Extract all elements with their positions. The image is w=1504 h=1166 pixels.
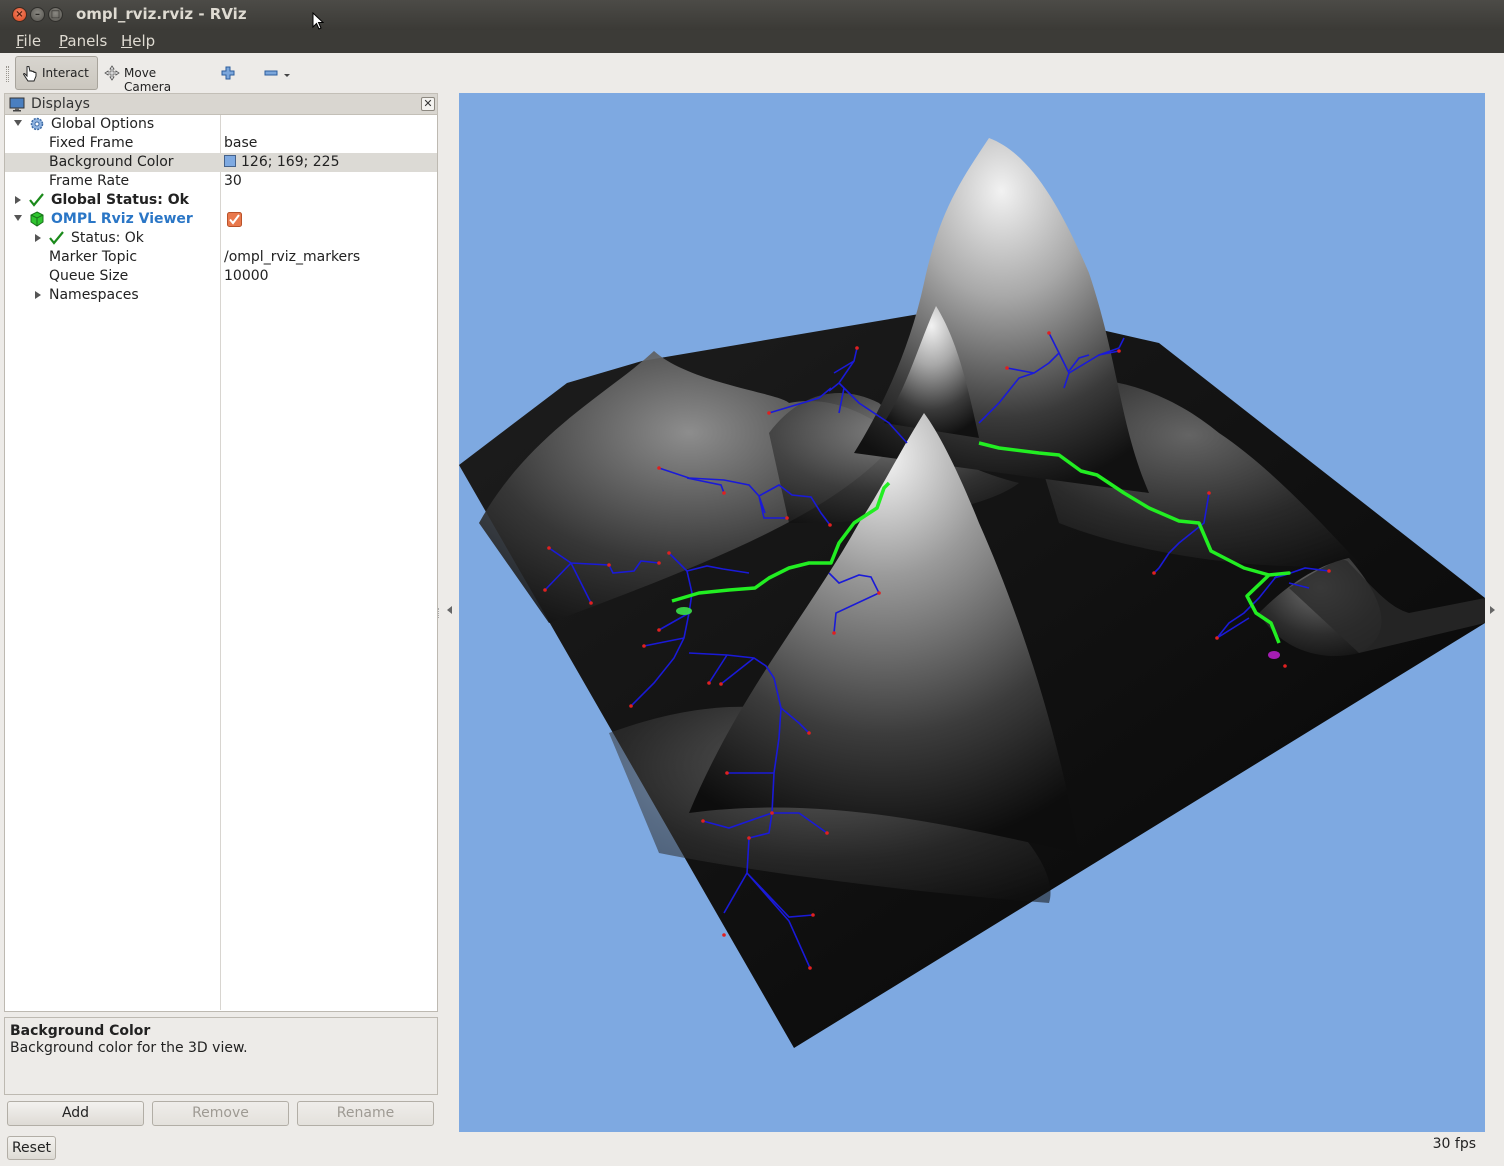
status-label: Status: Ok — [71, 230, 144, 246]
close-icon: × — [15, 9, 24, 20]
tree-row-global-options[interactable]: Global Options — [5, 115, 437, 134]
window-title: ompl_rviz.rviz - RViz — [76, 5, 247, 23]
displays-tree: Global Options Fixed Frame base Backgrou… — [4, 115, 438, 1012]
menu-file[interactable]: File — [16, 32, 41, 50]
global-status-label: Global Status: Ok — [51, 192, 189, 208]
collapse-arrow-icon[interactable] — [15, 196, 21, 204]
tree-row-marker-topic[interactable]: Marker Topic /ompl_rviz_markers — [5, 248, 437, 267]
displays-title: Displays — [31, 96, 90, 112]
terrain-peak-main — [854, 138, 1149, 493]
tree-row-fixed-frame[interactable]: Fixed Frame base — [5, 134, 437, 153]
help-title: Background Color — [10, 1023, 151, 1039]
gear-icon — [30, 117, 44, 131]
namespaces-label: Namespaces — [49, 287, 139, 303]
fps-readout: 30 fps — [1432, 1136, 1476, 1152]
queue-size-value[interactable]: 10000 — [224, 267, 269, 286]
terrain-scene[interactable] — [459, 93, 1485, 1132]
window-maximize-button[interactable]: □ — [48, 7, 63, 22]
monitor-icon — [9, 97, 25, 112]
title-bar: × – □ ompl_rviz.rviz - RViz — [0, 0, 1504, 30]
background-color-label: Background Color — [49, 154, 174, 170]
checkmark-icon — [29, 193, 44, 207]
minimize-icon: – — [35, 9, 40, 20]
interact-label: Interact — [42, 66, 89, 80]
menu-panels[interactable]: Panels — [59, 32, 107, 50]
help-box: Background Color Background color for th… — [4, 1017, 438, 1095]
marker-topic-label: Marker Topic — [49, 249, 138, 265]
frame-rate-value[interactable]: 30 — [224, 172, 242, 191]
interact-tool-button[interactable]: Interact — [15, 56, 98, 90]
panel-close-button[interactable]: ✕ — [421, 97, 435, 111]
add-tool-plus-icon[interactable] — [220, 65, 236, 81]
tree-row-namespaces[interactable]: Namespaces — [5, 286, 437, 305]
maximize-icon: □ — [50, 9, 61, 20]
collapse-arrow-icon[interactable] — [35, 234, 41, 242]
ompl-viewer-label: OMPL Rviz Viewer — [51, 211, 193, 227]
mouse-cursor-icon — [312, 12, 325, 30]
collapse-arrow-icon[interactable] — [35, 291, 41, 299]
splitter-handle[interactable] — [438, 608, 441, 618]
remove-button[interactable]: Remove — [152, 1101, 289, 1126]
expand-arrow-icon[interactable] — [14, 215, 22, 221]
collapse-right-arrow-icon[interactable] — [1490, 606, 1495, 614]
tree-row-status[interactable]: Status: Ok — [5, 229, 437, 248]
tree-row-ompl-viewer[interactable]: OMPL Rviz Viewer — [5, 210, 437, 229]
displays-header: Displays ✕ — [4, 93, 438, 115]
move-arrows-icon — [104, 65, 120, 81]
toolbar: Interact Move Camera — [0, 53, 1504, 94]
collapse-left-arrow-icon[interactable] — [447, 606, 452, 614]
global-options-label: Global Options — [51, 116, 155, 132]
move-camera-label: Move Camera — [124, 66, 172, 94]
hand-pointer-icon — [23, 66, 37, 82]
queue-size-label: Queue Size — [49, 268, 129, 284]
3d-render-view[interactable] — [459, 93, 1485, 1132]
rename-button[interactable]: Rename — [297, 1101, 434, 1126]
remove-tool-minus-icon[interactable] — [262, 65, 292, 81]
color-swatch — [224, 155, 236, 167]
frame-rate-label: Frame Rate — [49, 173, 130, 189]
menu-help[interactable]: Help — [121, 32, 155, 50]
status-bar: Reset 30 fps — [0, 1132, 1504, 1166]
green-cube-icon — [30, 211, 44, 227]
marker-topic-value[interactable]: /ompl_rviz_markers — [224, 248, 360, 267]
background-color-value[interactable]: 126; 169; 225 — [224, 153, 340, 172]
expand-arrow-icon[interactable] — [14, 120, 22, 126]
tree-row-background-color[interactable]: Background Color 126; 169; 225 — [5, 153, 437, 172]
window-minimize-button[interactable]: – — [30, 7, 45, 22]
reset-button[interactable]: Reset — [7, 1136, 56, 1160]
toolbar-grip[interactable] — [6, 66, 9, 82]
fixed-frame-label: Fixed Frame — [49, 135, 134, 151]
menu-bar: File Panels Help — [0, 30, 1504, 53]
help-text: Background color for the 3D view. — [10, 1040, 248, 1056]
add-button[interactable]: Add — [7, 1101, 144, 1126]
move-camera-tool-button[interactable]: Move Camera — [102, 56, 207, 94]
enabled-checkbox[interactable] — [227, 212, 242, 227]
fixed-frame-value[interactable]: base — [224, 134, 257, 153]
window-close-button[interactable]: × — [12, 7, 27, 22]
tree-row-queue-size[interactable]: Queue Size 10000 — [5, 267, 437, 286]
goal-marker — [1268, 651, 1280, 659]
tree-row-frame-rate[interactable]: Frame Rate 30 — [5, 172, 437, 191]
start-marker — [676, 607, 692, 615]
tree-row-global-status[interactable]: Global Status: Ok — [5, 191, 437, 210]
displays-panel: Displays ✕ Global Options Fixed Frame ba… — [4, 93, 438, 1130]
checkmark-icon — [49, 231, 64, 245]
